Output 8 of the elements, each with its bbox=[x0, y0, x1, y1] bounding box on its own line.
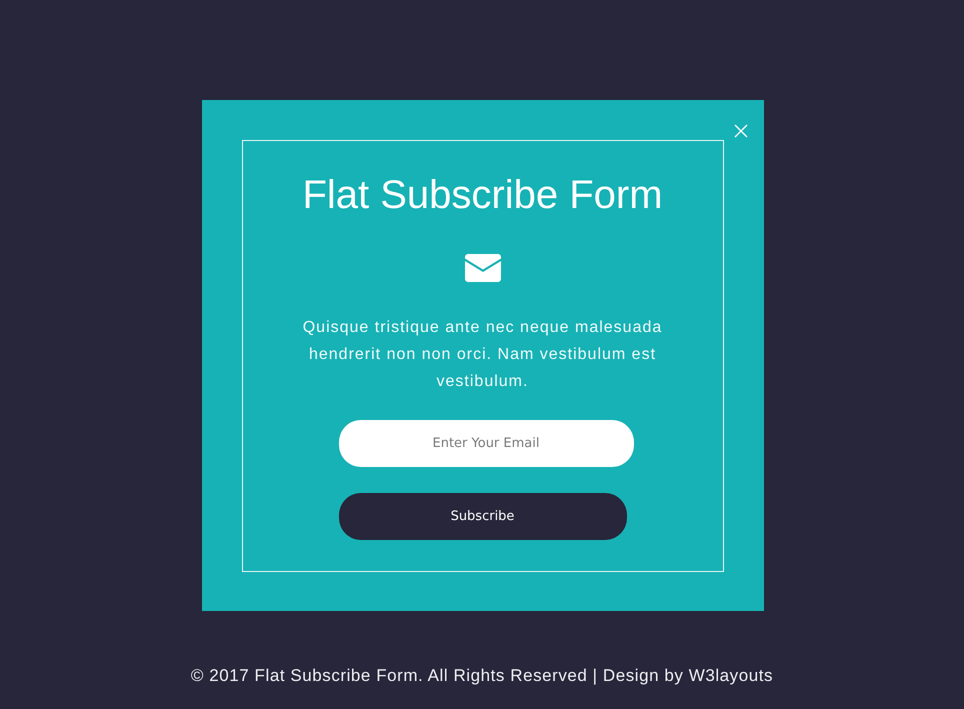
form-description: Quisque tristique ante nec neque malesuada hendrerit non non orci. Nam vestibulum est vestibulum. bbox=[302, 318, 664, 392]
close-icon[interactable] bbox=[734, 124, 748, 138]
footer-link[interactable]: W3layouts bbox=[688, 666, 774, 685]
envelope-icon bbox=[464, 254, 500, 282]
footer-copyright: © 2017 Flat Subscribe Form. All Rights Reserved | Design by W3layouts bbox=[190, 666, 774, 686]
subscribe-button[interactable]: Subscribe bbox=[338, 493, 626, 540]
form-title: Flat Subscribe Form bbox=[302, 172, 663, 219]
email-input-field[interactable]: Enter Your Email bbox=[338, 420, 634, 467]
